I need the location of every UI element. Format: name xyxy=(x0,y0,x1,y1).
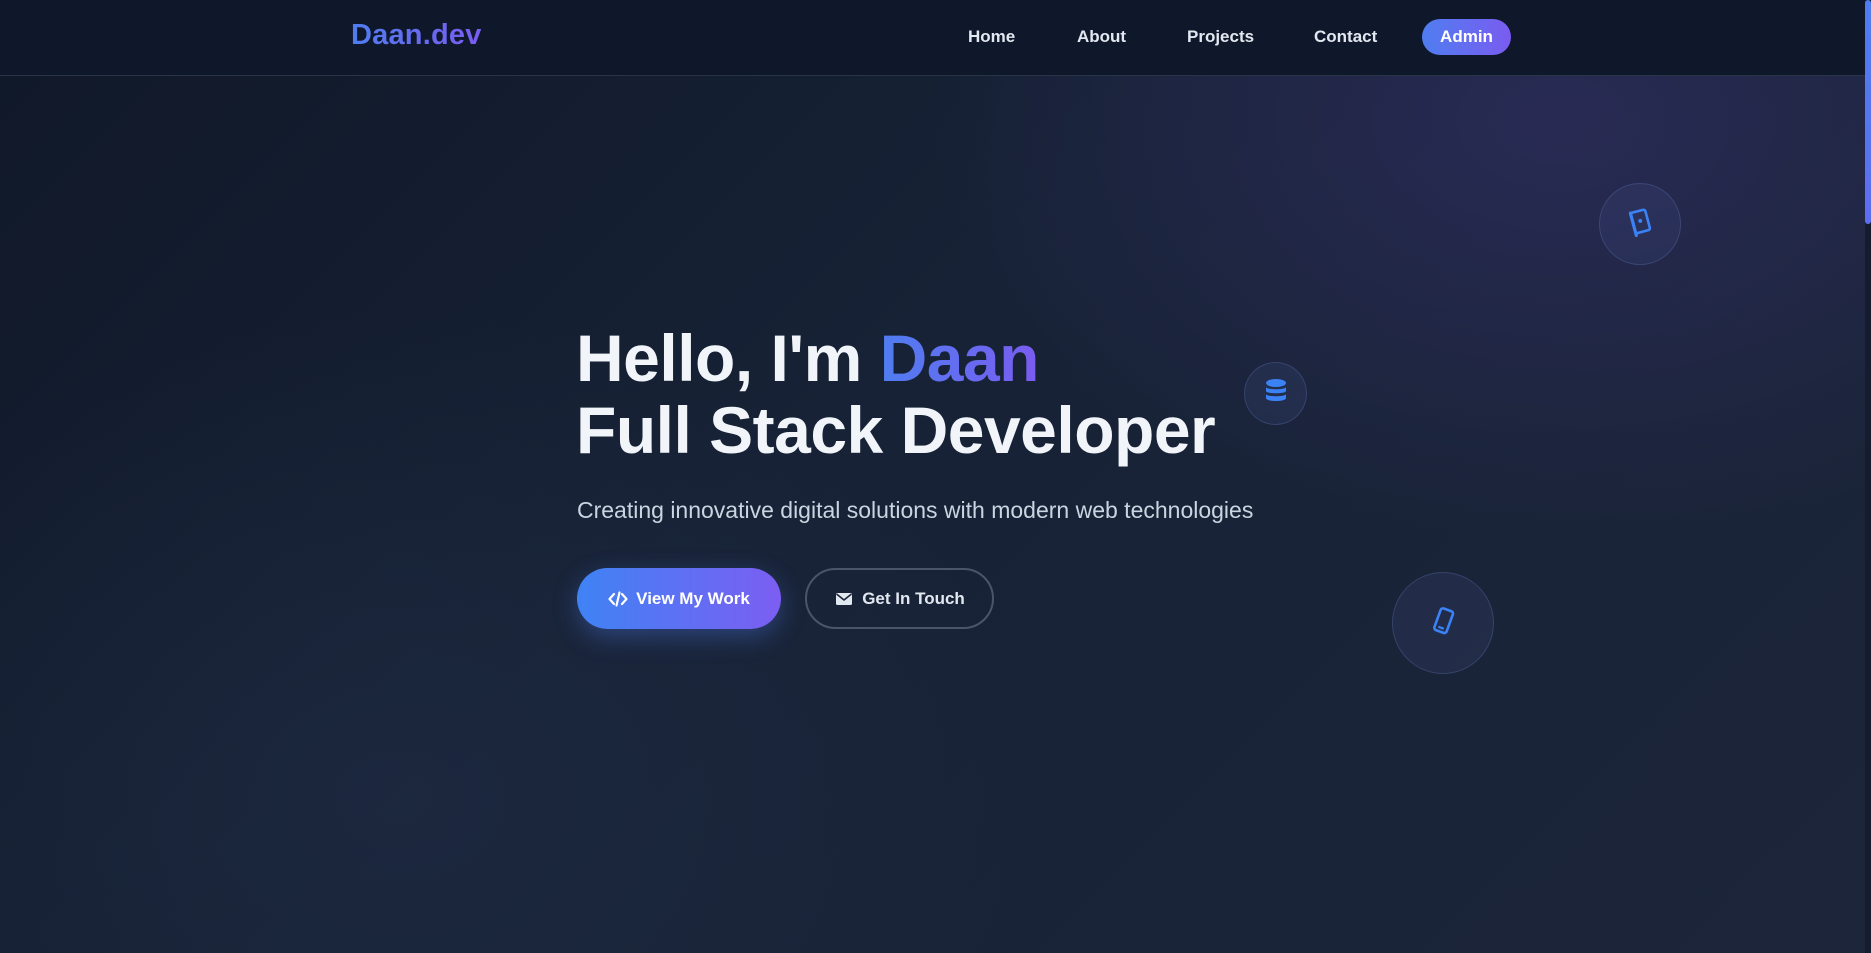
floating-mobile-circle xyxy=(1392,572,1494,674)
nav-links: Home About Projects Contact Admin xyxy=(0,0,1871,76)
scrollbar-thumb[interactable] xyxy=(1865,0,1871,224)
nav-link-about[interactable]: About xyxy=(1077,27,1126,47)
hero-title: Hello, I'm Daan Full Stack Developer xyxy=(576,321,1216,467)
floating-database-circle xyxy=(1244,362,1307,425)
nav-link-home[interactable]: Home xyxy=(968,27,1015,47)
hero-subtitle: Creating innovative digital solutions wi… xyxy=(577,497,1254,523)
book-icon xyxy=(1625,207,1655,242)
view-my-work-label: View My Work xyxy=(636,588,750,608)
get-in-touch-label: Get In Touch xyxy=(862,588,965,608)
page: Daan.dev Home About Projects Contact Adm… xyxy=(0,0,1871,953)
database-icon xyxy=(1264,378,1288,409)
navbar: Daan.dev Home About Projects Contact Adm… xyxy=(0,0,1871,76)
hero-greeting: Hello, I'm xyxy=(576,321,880,395)
admin-button[interactable]: Admin xyxy=(1422,19,1511,55)
view-my-work-button[interactable]: View My Work xyxy=(577,568,781,629)
nav-link-contact[interactable]: Contact xyxy=(1314,27,1377,47)
scrollbar[interactable] xyxy=(1865,0,1871,953)
envelope-icon xyxy=(834,591,854,607)
nav-link-projects[interactable]: Projects xyxy=(1187,27,1254,47)
mobile-icon xyxy=(1428,605,1458,642)
code-icon xyxy=(608,590,628,607)
hero-role: Full Stack Developer xyxy=(576,393,1216,467)
hero-name: Daan xyxy=(879,321,1040,395)
get-in-touch-button[interactable]: Get In Touch xyxy=(805,568,994,629)
floating-book-circle xyxy=(1599,183,1681,265)
